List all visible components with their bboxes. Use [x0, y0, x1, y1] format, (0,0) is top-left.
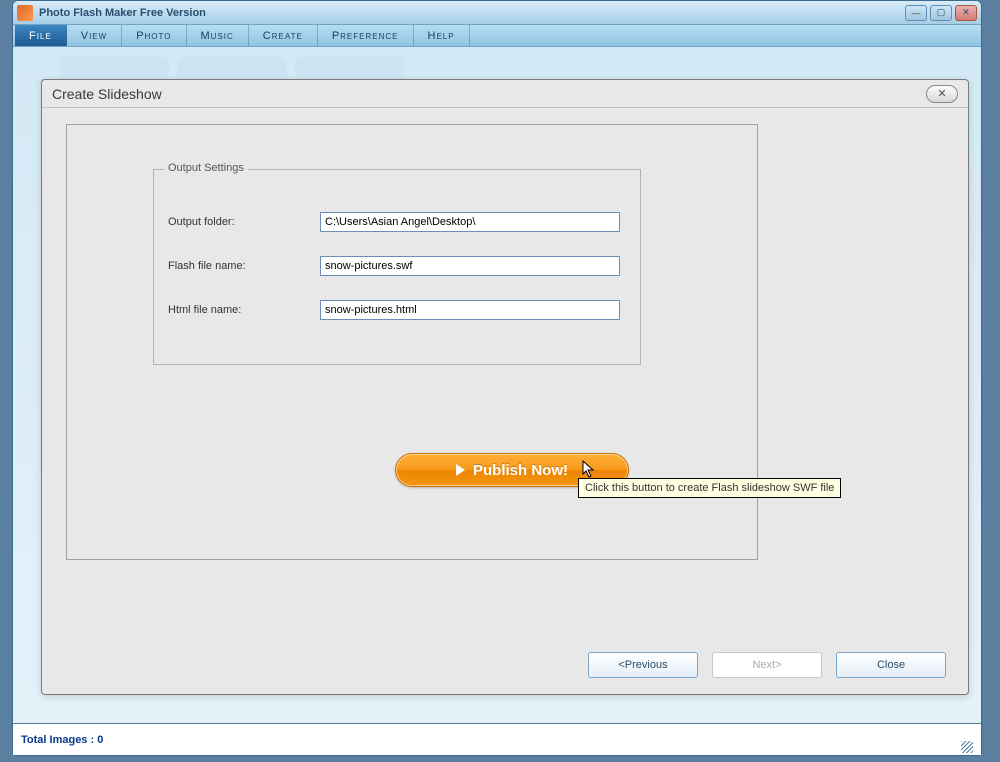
status-text: Total Images : 0	[21, 734, 961, 746]
minimize-button[interactable]: —	[905, 5, 927, 21]
create-slideshow-dialog: Create Slideshow ✕ Output Settings Outpu…	[41, 79, 969, 695]
window-controls: — ▢ ✕	[905, 5, 977, 21]
input-html-file[interactable]	[320, 300, 620, 320]
maximize-button[interactable]: ▢	[930, 5, 952, 21]
publish-tooltip: Click this button to create Flash slides…	[578, 478, 841, 498]
fieldset-legend: Output Settings	[164, 162, 248, 174]
menu-view[interactable]: View	[67, 25, 122, 46]
play-icon	[456, 464, 465, 476]
dialog-body: Output Settings Output folder: Flash fil…	[42, 108, 968, 642]
input-output-folder[interactable]	[320, 212, 620, 232]
app-icon	[17, 5, 33, 21]
row-output-folder: Output folder:	[168, 212, 620, 232]
titlebar: Photo Flash Maker Free Version — ▢ ✕	[13, 1, 981, 25]
menu-help[interactable]: Help	[414, 25, 470, 46]
dialog-header: Create Slideshow ✕	[42, 80, 968, 108]
label-html-file: Html file name:	[168, 304, 320, 316]
menu-file[interactable]: File	[15, 25, 67, 46]
statusbar: Total Images : 0	[13, 723, 981, 755]
label-flash-file: Flash file name:	[168, 260, 320, 272]
window-title: Photo Flash Maker Free Version	[39, 7, 905, 19]
dialog-footer: <Previous Next> Close	[588, 652, 946, 678]
publish-label: Publish Now!	[473, 462, 568, 479]
menubar: File View Photo Music Create Preference …	[13, 25, 981, 47]
input-flash-file[interactable]	[320, 256, 620, 276]
close-window-button[interactable]: ✕	[955, 5, 977, 21]
menu-music[interactable]: Music	[187, 25, 249, 46]
row-html-file: Html file name:	[168, 300, 620, 320]
resize-grip-icon[interactable]	[961, 741, 973, 753]
close-button[interactable]: Close	[836, 652, 946, 678]
row-flash-file: Flash file name:	[168, 256, 620, 276]
dialog-title: Create Slideshow	[52, 86, 926, 102]
main-window: Photo Flash Maker Free Version — ▢ ✕ Fil…	[12, 0, 982, 756]
dialog-close-button[interactable]: ✕	[926, 85, 958, 103]
label-output-folder: Output folder:	[168, 216, 320, 228]
menu-preference[interactable]: Preference	[318, 25, 414, 46]
menu-photo[interactable]: Photo	[122, 25, 186, 46]
next-button: Next>	[712, 652, 822, 678]
output-settings-fieldset: Output Settings Output folder: Flash fil…	[153, 169, 641, 365]
menu-create[interactable]: Create	[249, 25, 318, 46]
previous-button[interactable]: <Previous	[588, 652, 698, 678]
